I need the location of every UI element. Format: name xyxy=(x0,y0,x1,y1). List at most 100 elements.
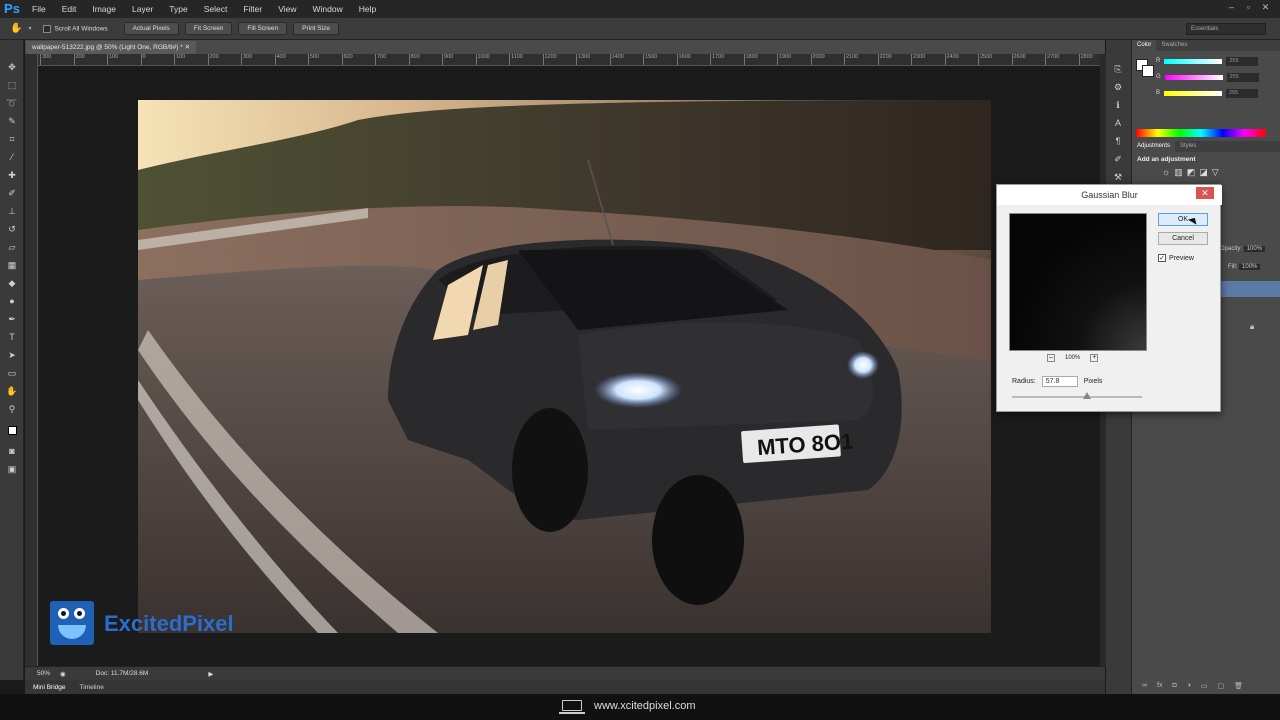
exposure-icon[interactable]: ◪ xyxy=(1199,167,1208,178)
green-slider[interactable] xyxy=(1164,74,1223,80)
shape-tool-icon[interactable]: ▭ xyxy=(0,364,24,382)
menu-help[interactable]: Help xyxy=(351,0,384,18)
print-size-button[interactable]: Print Size xyxy=(293,22,339,35)
radius-slider-thumb[interactable] xyxy=(1083,392,1091,399)
menu-edit[interactable]: Edit xyxy=(54,0,85,18)
gradient-tool-icon[interactable]: ▦ xyxy=(0,256,24,274)
curves-icon[interactable]: ◩ xyxy=(1187,167,1196,178)
quick-select-tool-icon[interactable]: ✎ xyxy=(0,112,24,130)
levels-icon[interactable]: ▥ xyxy=(1174,167,1183,178)
lasso-tool-icon[interactable]: ➰ xyxy=(0,94,24,112)
character-panel-icon[interactable]: A xyxy=(1106,114,1130,132)
mask-icon[interactable]: ◘ xyxy=(1172,682,1176,690)
radius-unit: Pixels xyxy=(1083,378,1103,385)
path-select-tool-icon[interactable]: ➤ xyxy=(0,346,24,364)
zoom-tool-icon[interactable]: ⚲ xyxy=(0,400,24,418)
radius-slider-track[interactable] xyxy=(1012,396,1142,398)
maximize-icon[interactable]: ▫ xyxy=(1242,2,1255,13)
brush-panel-icon[interactable]: ✐ xyxy=(1106,150,1130,168)
photoshop-logo: Ps xyxy=(4,1,20,16)
tab-color[interactable]: Color xyxy=(1132,40,1157,51)
document-tab[interactable]: wallpaper-513222.jpg @ 50% (Light One, R… xyxy=(26,41,197,54)
tab-swatches[interactable]: Swatches xyxy=(1156,40,1192,51)
selected-layer-row[interactable] xyxy=(1220,281,1280,297)
blue-slider[interactable] xyxy=(1164,90,1223,96)
crop-tool-icon[interactable]: ⌗ xyxy=(0,130,24,148)
history-brush-tool-icon[interactable]: ↺ xyxy=(0,220,24,238)
red-value[interactable]: 255 xyxy=(1226,56,1259,66)
brush-tool-icon[interactable]: ✐ xyxy=(0,184,24,202)
radius-input[interactable]: 57.8 xyxy=(1041,376,1078,387)
link-layers-icon[interactable]: ∞ xyxy=(1142,682,1147,690)
tab-styles[interactable]: Styles xyxy=(1175,141,1201,152)
screen-mode-icon[interactable]: ▣ xyxy=(0,460,24,478)
red-slider[interactable] xyxy=(1164,58,1223,64)
stamp-tool-icon[interactable]: ⊥ xyxy=(0,202,24,220)
preview-option[interactable]: ✓ Preview xyxy=(1158,254,1194,262)
tab-adjustments[interactable]: Adjustments xyxy=(1132,141,1176,152)
healing-tool-icon[interactable]: ✚ xyxy=(0,166,24,184)
eyedropper-tool-icon[interactable]: ⁄ xyxy=(0,148,24,166)
dodge-tool-icon[interactable]: ● xyxy=(0,292,24,310)
workspace-select[interactable]: Essentials xyxy=(1186,23,1266,35)
tool-preset-dropdown-icon[interactable]: ▾ xyxy=(28,25,31,32)
actual-pixels-button[interactable]: Actual Pixels xyxy=(123,22,179,35)
scroll-all-windows-checkbox[interactable]: Scroll All Windows xyxy=(43,24,108,33)
eraser-tool-icon[interactable]: ▱ xyxy=(0,238,24,256)
cancel-button[interactable]: Cancel xyxy=(1158,232,1208,245)
brightness-icon[interactable]: ☼ xyxy=(1162,167,1170,178)
menu-image[interactable]: Image xyxy=(84,0,124,18)
blur-preview[interactable] xyxy=(1009,213,1147,351)
green-value[interactable]: 255 xyxy=(1226,72,1259,82)
menu-layer[interactable]: Layer xyxy=(124,0,161,18)
info-panel-icon[interactable]: ℹ xyxy=(1106,96,1130,114)
adjustment-layer-icon[interactable]: ◑ xyxy=(1187,682,1191,690)
status-menu-arrow-icon[interactable]: ▶ xyxy=(208,670,213,678)
fill-screen-button[interactable]: Fill Screen xyxy=(238,22,288,35)
tab-mini-bridge[interactable]: Mini Bridge xyxy=(33,684,66,691)
menu-filter[interactable]: Filter xyxy=(235,0,270,18)
preview-checkbox[interactable]: ✓ xyxy=(1158,254,1166,262)
tab-timeline[interactable]: Timeline xyxy=(80,684,104,691)
ruler-tick-label: 2000 xyxy=(810,54,825,65)
properties-panel-icon[interactable]: ⚙ xyxy=(1106,78,1130,96)
close-tab-icon[interactable]: ✕ xyxy=(185,44,190,51)
blue-channel-row: B 255 xyxy=(1132,85,1259,101)
opacity-value[interactable]: 100% xyxy=(1243,246,1266,252)
zoom-in-icon[interactable]: + xyxy=(1090,354,1099,362)
type-tool-icon[interactable]: T xyxy=(0,328,24,346)
pen-tool-icon[interactable]: ✒ xyxy=(0,310,24,328)
menu-view[interactable]: View xyxy=(270,0,304,18)
new-layer-icon[interactable]: ▢ xyxy=(1218,682,1225,690)
close-icon[interactable]: ✕ xyxy=(1196,187,1214,199)
menu-window[interactable]: Window xyxy=(304,0,350,18)
fill-value[interactable]: 100% xyxy=(1239,264,1261,270)
delete-layer-icon[interactable]: 🗑︎ xyxy=(1234,682,1243,690)
menu-type[interactable]: Type xyxy=(161,0,195,18)
vibrance-icon[interactable]: ▽ xyxy=(1212,167,1219,178)
status-info-icon[interactable]: ◉ xyxy=(60,670,66,678)
color-swatches-icon[interactable] xyxy=(0,418,24,442)
hand-tool-icon[interactable]: ✋ xyxy=(0,382,24,400)
group-icon[interactable]: ▭ xyxy=(1201,682,1208,690)
history-panel-icon[interactable]: ⎘ xyxy=(1106,60,1130,78)
minimize-icon[interactable]: – xyxy=(1225,2,1238,13)
ruler-tick-label: 2600 xyxy=(1011,54,1026,65)
close-window-icon[interactable]: ✕ xyxy=(1259,2,1272,13)
fx-icon[interactable]: fx xyxy=(1157,682,1162,690)
ok-button[interactable]: OK xyxy=(1158,213,1208,226)
marquee-tool-icon[interactable]: ⬚ xyxy=(0,76,24,94)
menu-file[interactable]: File xyxy=(24,0,54,18)
fit-screen-button[interactable]: Fit Screen xyxy=(184,22,233,35)
zoom-level[interactable]: 50% xyxy=(37,670,50,677)
paragraph-panel-icon[interactable]: ¶ xyxy=(1106,132,1130,150)
move-tool-icon[interactable]: ✥ xyxy=(0,58,24,76)
document-image[interactable]: MTO 8O1 xyxy=(138,100,991,633)
color-spectrum[interactable] xyxy=(1136,129,1266,137)
blur-tool-icon[interactable]: ◆ xyxy=(0,274,24,292)
blue-value[interactable]: 255 xyxy=(1226,88,1259,98)
zoom-out-icon[interactable]: – xyxy=(1047,354,1055,362)
hand-tool-icon[interactable]: ✋ xyxy=(10,23,22,34)
quick-mask-icon[interactable]: ◙ xyxy=(0,442,24,460)
menu-select[interactable]: Select xyxy=(196,0,236,18)
